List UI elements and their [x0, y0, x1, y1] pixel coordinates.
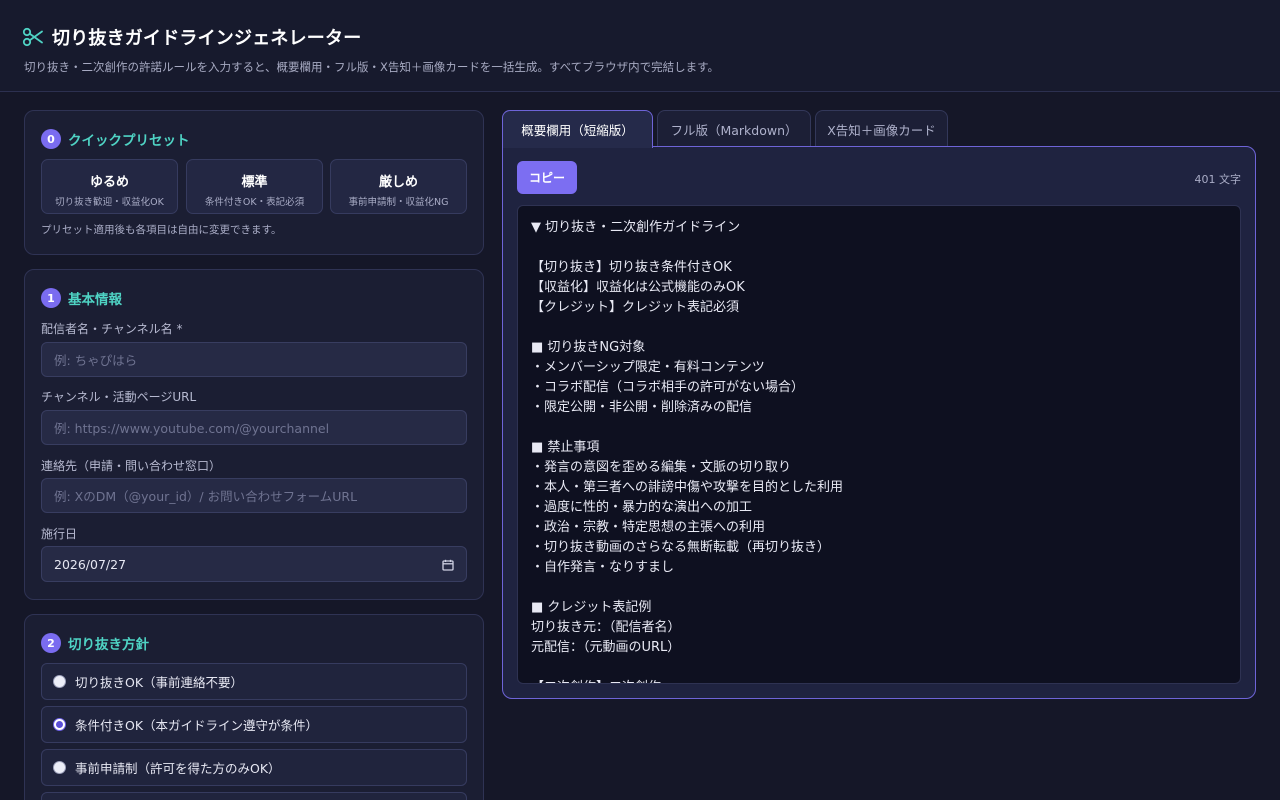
app-title: 切り抜きガイドラインジェネレーター [52, 28, 362, 49]
app-subtitle: 切り抜き・二次創作の許諾ルールを入力すると、概要欄用・フル版・X告知＋画像カード… [24, 60, 719, 74]
output-text-line: ■ クレジット表記例 [531, 600, 652, 615]
streamer-name-label: 配信者名・チャンネル名 * [41, 322, 183, 336]
preset-note: プリセット適用後も各項目は自由に変更できます。 [41, 224, 282, 236]
scissors-icon [22, 26, 44, 48]
basic-info-panel: 1 基本情報 配信者名・チャンネル名 * 例: ちゃぴはら チャンネル・活動ペー… [24, 269, 484, 600]
output-text-line: ・自作発言・なりすまし [531, 560, 675, 575]
radio-button[interactable] [53, 675, 66, 688]
output-text-line: 元配信：（元動画のURL） [531, 640, 681, 655]
output-text-line: ・コラボ配信（コラボ相手の許可がない場合） [531, 380, 805, 395]
output-text-line: ・切り抜き動画のさらなる無断転載（再切り抜き） [531, 540, 831, 555]
output-text-line: ・政治・宗教・特定思想の主張への利用 [531, 520, 766, 535]
output-panel: コピー 401 文字 ▼ 切り抜き・二次創作ガイドライン 【切り抜き】切り抜き条件… [502, 146, 1256, 699]
tab-summary[interactable]: 概要欄用（短縮版） [502, 110, 653, 148]
input-placeholder: 例: https://www.youtube.com/@yourchannel [54, 421, 330, 436]
output-text-line: ▼ 切り抜き・二次創作ガイドライン [531, 220, 741, 235]
output-text-line: 切り抜き元：（配信者名） [531, 620, 681, 635]
tab-x-announcement[interactable]: X告知＋画像カード [815, 110, 948, 147]
radio-button[interactable] [53, 761, 66, 774]
channel-url-input[interactable]: 例: https://www.youtube.com/@yourchannel [41, 410, 467, 445]
output-text-line: ・本人・第三者への誹謗中傷や攻撃を目的とした利用 [531, 480, 844, 495]
streamer-name-input[interactable]: 例: ちゃぴはら [41, 342, 467, 377]
preset-name: 標準 [241, 175, 268, 190]
preset-button-standard[interactable]: 標準 条件付きOK・表記必須 [186, 159, 323, 214]
output-text-line: 【クレジット】クレジット表記必須 [531, 300, 740, 315]
preset-description: 事前申請制・収益化NG [348, 197, 449, 208]
effective-date-input[interactable]: 2026/07/27 [41, 546, 467, 582]
input-placeholder: 例: ちゃぴはら [54, 353, 138, 368]
section-title: 切り抜き方針 [68, 637, 149, 653]
section-header: 0 クイックプリセット [41, 129, 190, 149]
policy-option-approval[interactable]: 事前申請制（許可を得た方のみOK） [41, 749, 467, 786]
copy-button[interactable]: コピー [517, 161, 577, 194]
output-text-line: ・過度に性的・暴力的な演出への加工 [531, 500, 753, 515]
radio-label: 条件付きOK（本ガイドライン遵守が条件） [75, 718, 319, 733]
preset-description: 切り抜き歓迎・収益化OK [55, 197, 164, 208]
preset-panel: 0 クイックプリセット ゆるめ 切り抜き歓迎・収益化OK 標準 条件付きOK・表… [24, 110, 484, 255]
contact-input[interactable]: 例: XのDM（@your_id）/ お問い合わせフォームURL [41, 478, 467, 513]
radio-button-selected[interactable] [53, 718, 66, 731]
date-value: 2026/07/27 [54, 556, 127, 572]
policy-option-conditional[interactable]: 条件付きOK（本ガイドライン遵守が条件） [41, 706, 467, 743]
output-text-line: 【収益化】収益化は公式機能のみOK [531, 280, 745, 295]
output-text-line: ・限定公開・非公開・削除済みの配信 [531, 400, 753, 415]
radio-label: 事前申請制（許可を得た方のみOK） [75, 761, 281, 776]
output-text-line: ・発言の意図を歪める編集・文脈の切り取り [531, 460, 792, 475]
section-title: 基本情報 [68, 292, 122, 308]
clip-policy-panel: 2 切り抜き方針 切り抜きOK（事前連絡不要） 条件付きOK（本ガイドライン遵守… [24, 614, 484, 800]
output-text-line: ■ 切り抜きNG対象 [531, 340, 646, 355]
section-number-badge: 0 [41, 129, 61, 149]
contact-label: 連絡先（申請・問い合わせ窓口） [41, 459, 222, 473]
app-header: 切り抜きガイドラインジェネレーター 切り抜き・二次創作の許諾ルールを入力すると、… [0, 0, 1280, 92]
section-header: 2 切り抜き方針 [41, 633, 149, 653]
section-title: クイックプリセット [68, 133, 190, 149]
section-header: 1 基本情報 [41, 288, 122, 308]
policy-option-more[interactable] [41, 792, 467, 800]
tab-full-markdown[interactable]: フル版（Markdown） [657, 110, 811, 147]
output-text-area[interactable]: ▼ 切り抜き・二次創作ガイドライン 【切り抜き】切り抜き条件付きOK 【収益化】収益… [517, 205, 1241, 684]
output-text-line: ・メンバーシップ限定・有料コンテンツ [531, 360, 765, 375]
channel-url-label: チャンネル・活動ページURL [41, 390, 197, 404]
policy-option-free[interactable]: 切り抜きOK（事前連絡不要） [41, 663, 467, 700]
input-placeholder: 例: XのDM（@your_id）/ お問い合わせフォームURL [54, 489, 358, 504]
preset-button-loose[interactable]: ゆるめ 切り抜き歓迎・収益化OK [41, 159, 178, 214]
preset-name: ゆるめ [89, 175, 129, 190]
output-text-line: 【二次創作】二次創作 [531, 678, 1227, 683]
output-text-line: ■ 禁止事項 [531, 440, 600, 455]
section-number-badge: 1 [41, 288, 61, 308]
radio-label: 切り抜きOK（事前連絡不要） [75, 675, 244, 690]
preset-description: 条件付きOK・表記必須 [204, 197, 305, 208]
character-count: 401 文字 [1194, 173, 1242, 186]
effective-date-label: 施行日 [41, 527, 78, 541]
section-number-badge: 2 [41, 633, 61, 653]
output-text-line: 【切り抜き】切り抜き条件付きOK [531, 260, 732, 275]
calendar-icon[interactable] [442, 559, 454, 574]
preset-button-strict[interactable]: 厳しめ 事前申請制・収益化NG [330, 159, 467, 214]
app-title-row: 切り抜きガイドラインジェネレーター [22, 24, 361, 50]
preset-name: 厳しめ [378, 175, 418, 190]
